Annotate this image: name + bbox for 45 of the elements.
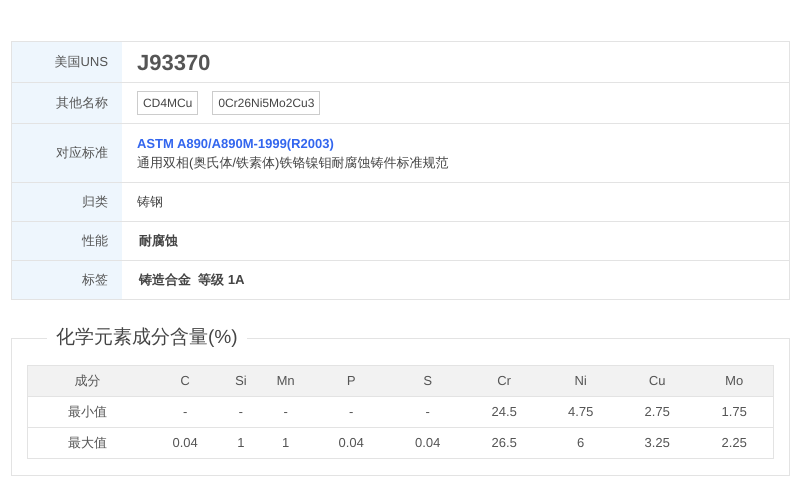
table-cell: -	[389, 396, 466, 427]
column-header: Cu	[618, 365, 696, 396]
property-label-cell: 美国UNS	[12, 42, 122, 82]
table-cell: 4.75	[542, 396, 619, 427]
table-cell: -	[258, 396, 313, 427]
table-cell: 1	[223, 427, 258, 458]
table-cell: 1.75	[695, 396, 774, 427]
column-header: Cr	[466, 365, 542, 396]
property-label-cell: 归类	[12, 183, 122, 221]
table-cell: 2.75	[618, 396, 696, 427]
table-cell: 3.25	[618, 427, 696, 458]
property-label-cell: 标签	[12, 261, 122, 299]
property-label-cell: 性能	[12, 222, 122, 260]
section-title: 化学元素成分含量(%)	[55, 326, 239, 350]
alias-tag: CD4MCu	[137, 91, 198, 115]
row-header: 最大值	[28, 427, 147, 458]
property-value: 铸造合金 等级 1A	[138, 271, 244, 290]
alias-tag: 0Cr26Ni5Mo2Cu3	[212, 91, 320, 115]
column-header: Ni	[542, 365, 619, 396]
column-header: S	[389, 365, 466, 396]
column-header: P	[312, 365, 390, 396]
table-cell: -	[146, 396, 224, 427]
table-cell: -	[312, 396, 390, 427]
property-value: 耐腐蚀	[138, 232, 178, 250]
table-cell: 1	[258, 427, 313, 458]
uns-number: J93370	[137, 48, 210, 76]
property-label-cell: 其他名称	[12, 83, 122, 123]
standard-description: 通用双相(奥氏体/铁素体)铁铬镍钼耐腐蚀铸件标准规范	[137, 154, 448, 172]
column-header: C	[146, 365, 224, 396]
table-cell: 24.5	[466, 396, 542, 427]
table-cell: 0.04	[146, 427, 224, 458]
table-cell: 0.04	[389, 427, 466, 458]
column-header: Mn	[258, 365, 313, 396]
standard-link[interactable]: ASTM A890/A890M-1999(R2003)	[137, 134, 448, 153]
property-label-cell: 对应标准	[12, 124, 122, 182]
table-cell: 6	[542, 427, 619, 458]
table-cell: 26.5	[466, 427, 542, 458]
column-header: Si	[223, 365, 258, 396]
property-value: 铸钢	[137, 193, 163, 212]
table-cell: -	[223, 396, 258, 427]
column-header: Mo	[695, 365, 774, 396]
table-cell: 2.25	[695, 427, 774, 458]
column-header: 成分	[28, 365, 147, 396]
table-cell: 0.04	[312, 427, 390, 458]
row-header: 最小值	[28, 396, 147, 427]
